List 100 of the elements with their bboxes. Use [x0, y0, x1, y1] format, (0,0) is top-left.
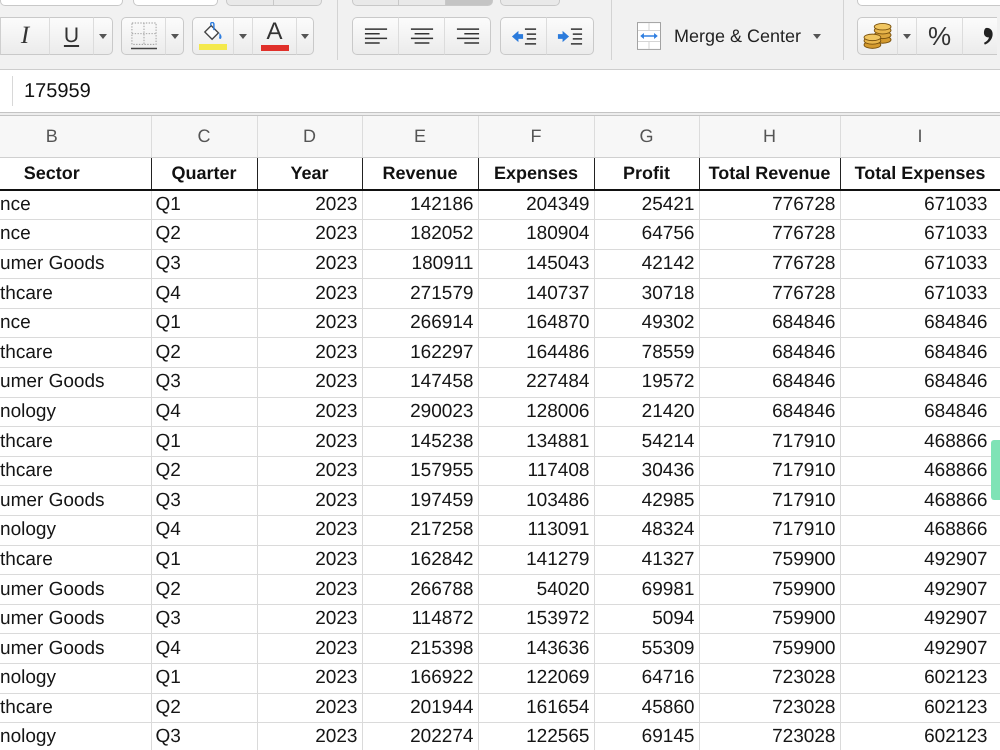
- increase-indent-button[interactable]: [546, 17, 594, 55]
- table-cell: 141279: [478, 545, 594, 575]
- column-letter-header[interactable]: D: [257, 116, 362, 157]
- table-cell: 162842: [362, 545, 478, 575]
- column-letter-header[interactable]: B: [0, 116, 151, 157]
- table-cell: Q4: [151, 397, 257, 427]
- table-cell: 145043: [478, 249, 594, 279]
- table-cell: 204349: [478, 190, 594, 220]
- table-cell: 684846: [840, 338, 1000, 368]
- fill-color-button[interactable]: [192, 17, 234, 55]
- table-cell: 54020: [478, 574, 594, 604]
- formula-field[interactable]: 175959: [12, 76, 1000, 106]
- table-cell: Q2: [151, 456, 257, 486]
- decrease-indent-button[interactable]: [500, 17, 547, 55]
- font-color-button[interactable]: A: [252, 17, 297, 55]
- table-cell: 142186: [362, 190, 478, 220]
- table-cell: 602123: [840, 664, 1000, 694]
- comma-icon: [983, 26, 994, 46]
- column-heading: Revenue: [362, 157, 478, 190]
- table-cell: nce: [0, 220, 151, 250]
- column-heading: Profit: [594, 157, 699, 190]
- table-cell: Q1: [151, 190, 257, 220]
- table-cell: 140737: [478, 278, 594, 308]
- merge-center-button[interactable]: Merge & Center: [635, 17, 822, 55]
- align-center-button[interactable]: [398, 17, 445, 55]
- table-cell: 2023: [257, 664, 362, 694]
- dropdown-button[interactable]: [296, 17, 314, 55]
- table-cell: 21420: [594, 397, 699, 427]
- italic-button[interactable]: I: [0, 17, 50, 55]
- dropdown-button[interactable]: [165, 17, 184, 55]
- table-cell: Q3: [151, 249, 257, 279]
- dropdown-button[interactable]: [233, 17, 253, 55]
- table-cell: 25421: [594, 190, 699, 220]
- table-cell: 153972: [478, 604, 594, 634]
- table-cell: 5094: [594, 604, 699, 634]
- decrease-indent-icon: [510, 26, 536, 46]
- table-cell: 723028: [699, 693, 840, 723]
- table-cell: 157955: [362, 456, 478, 486]
- table-cell: 671033: [840, 278, 1000, 308]
- table-cell: 684846: [699, 368, 840, 398]
- table-cell: 759900: [699, 574, 840, 604]
- table-cell: umer Goods: [0, 249, 151, 279]
- table-cell: nology: [0, 664, 151, 694]
- column-letter-header[interactable]: G: [594, 116, 699, 157]
- align-right-button[interactable]: [444, 17, 491, 55]
- percent-button[interactable]: %: [916, 17, 963, 55]
- table-cell: 113091: [478, 516, 594, 546]
- table-cell: 2023: [257, 308, 362, 338]
- table-cell: nology: [0, 722, 151, 750]
- column-heading: Quarter: [151, 157, 257, 190]
- dropdown-button[interactable]: [93, 17, 113, 55]
- table-cell: Q2: [151, 338, 257, 368]
- side-handle[interactable]: [991, 440, 1000, 500]
- table-cell: 103486: [478, 486, 594, 516]
- table-cell: 717910: [699, 426, 840, 456]
- table-cell: thcare: [0, 338, 151, 368]
- currency-button[interactable]: [857, 17, 898, 55]
- table-cell: 671033: [840, 190, 1000, 220]
- table-cell: Q4: [151, 278, 257, 308]
- table-cell: 776728: [699, 249, 840, 279]
- table-cell: 30718: [594, 278, 699, 308]
- table-cell: 2023: [257, 190, 362, 220]
- table-cell: 182052: [362, 220, 478, 250]
- underline-button[interactable]: U: [49, 17, 94, 55]
- column-letter-header[interactable]: E: [362, 116, 478, 157]
- table-cell: 492907: [840, 634, 1000, 664]
- column-letter-header[interactable]: C: [151, 116, 257, 157]
- table-cell: 166922: [362, 664, 478, 694]
- comma-style-button[interactable]: [962, 17, 997, 55]
- table-cell: 215398: [362, 634, 478, 664]
- table-cell: Q2: [151, 220, 257, 250]
- column-heading: Total Revenue: [699, 157, 840, 190]
- table-cell: 114872: [362, 604, 478, 634]
- table-cell: nce: [0, 190, 151, 220]
- input-field[interactable]: [0, 0, 123, 6]
- align-left-button[interactable]: [352, 17, 399, 55]
- table-cell: nce: [0, 308, 151, 338]
- table-cell: Q2: [151, 693, 257, 723]
- table-cell: 147458: [362, 368, 478, 398]
- align-left-icon: [364, 28, 388, 44]
- table-cell: 684846: [840, 397, 1000, 427]
- table-cell: 2023: [257, 426, 362, 456]
- column-letter-header[interactable]: H: [699, 116, 840, 157]
- column-heading: Expenses: [478, 157, 594, 190]
- table-cell: 684846: [699, 338, 840, 368]
- column-letter-header[interactable]: F: [478, 116, 594, 157]
- table-cell: 143636: [478, 634, 594, 664]
- table-cell: 45860: [594, 693, 699, 723]
- table-cell: 717910: [699, 486, 840, 516]
- column-letter-header[interactable]: I: [840, 116, 1000, 157]
- table-cell: thcare: [0, 426, 151, 456]
- input-field[interactable]: [857, 0, 1000, 6]
- table-cell: 69145: [594, 722, 699, 750]
- table-cell: 492907: [840, 574, 1000, 604]
- dropdown-button[interactable]: [897, 17, 917, 55]
- input-field[interactable]: [133, 0, 218, 6]
- table-cell: 19572: [594, 368, 699, 398]
- table-cell: 117408: [478, 456, 594, 486]
- caret-icon: [239, 34, 247, 38]
- table-cell: umer Goods: [0, 574, 151, 604]
